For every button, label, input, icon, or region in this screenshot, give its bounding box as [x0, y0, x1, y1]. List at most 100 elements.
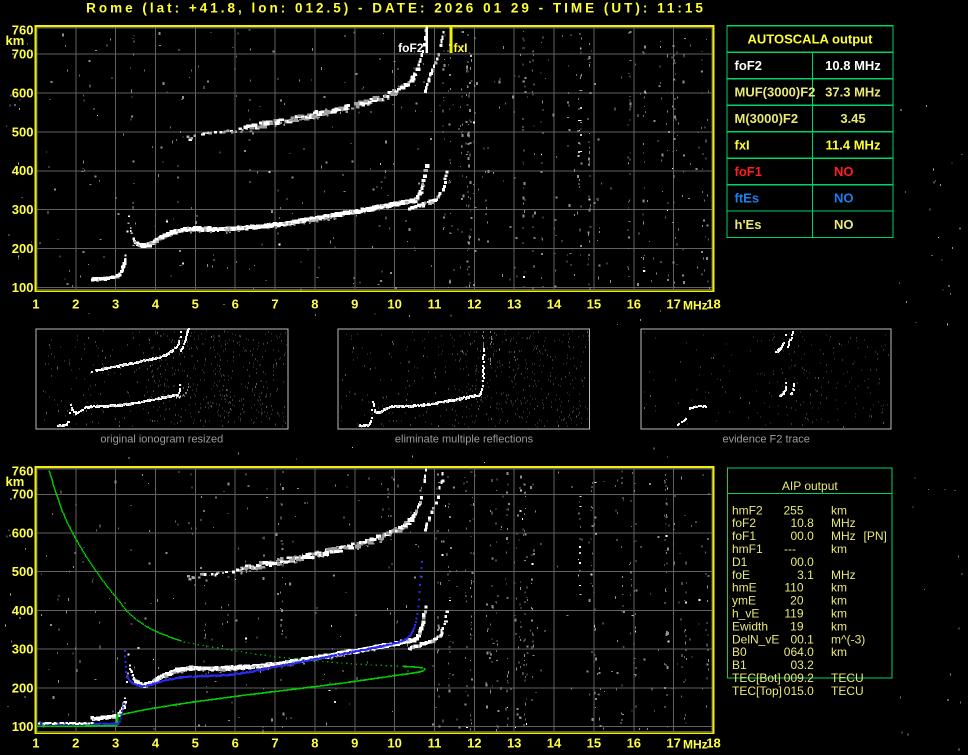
svg-text:2: 2: [72, 296, 79, 311]
svg-text:Ewidth: Ewidth: [732, 619, 768, 633]
svg-text:foE: foE: [732, 568, 750, 582]
svg-text:M(3000)F2: M(3000)F2: [735, 111, 799, 126]
svg-text:MUF(3000)F2: MUF(3000)F2: [735, 85, 816, 100]
svg-text:DelN_vE: DelN_vE: [732, 632, 779, 646]
svg-text:10: 10: [387, 296, 401, 311]
svg-text:9: 9: [351, 736, 358, 751]
svg-text:B1: B1: [732, 658, 747, 672]
svg-text:14: 14: [547, 736, 562, 751]
svg-text:500: 500: [12, 124, 34, 139]
svg-text:fxI: fxI: [735, 138, 750, 153]
svg-text:ymE: ymE: [732, 594, 756, 608]
svg-text:fxI: fxI: [454, 41, 468, 55]
svg-text:16: 16: [627, 296, 641, 311]
svg-text:00.0: 00.0: [790, 555, 814, 569]
svg-text:8: 8: [311, 296, 318, 311]
svg-text:500: 500: [12, 564, 34, 579]
svg-text:MHz: MHz: [831, 529, 856, 543]
svg-text:5: 5: [192, 736, 199, 751]
svg-text:3: 3: [112, 736, 119, 751]
svg-text:015.0: 015.0: [784, 684, 814, 698]
svg-text:400: 400: [12, 603, 34, 618]
svg-text:10.8: 10.8: [790, 516, 814, 530]
svg-text:km: km: [831, 542, 847, 556]
svg-text:17: 17: [666, 296, 680, 311]
svg-text:Rome (lat: +41.8, lon: 012.5): Rome (lat: +41.8, lon: 012.5) - DATE: 20…: [86, 1, 706, 16]
svg-text:1: 1: [32, 296, 39, 311]
svg-text:original ionogram resized: original ionogram resized: [100, 434, 223, 446]
svg-text:12: 12: [467, 296, 481, 311]
svg-text:37.3 MHz: 37.3 MHz: [825, 85, 881, 100]
svg-text:17: 17: [666, 736, 680, 751]
svg-text:064.0: 064.0: [784, 645, 814, 659]
svg-text:foF2: foF2: [732, 516, 756, 530]
svg-text:D1: D1: [732, 555, 748, 569]
svg-text:12: 12: [467, 736, 481, 751]
svg-text:6: 6: [232, 296, 239, 311]
svg-text:h'Es: h'Es: [735, 217, 762, 232]
svg-text:MHz: MHz: [683, 298, 708, 312]
svg-text:100: 100: [12, 719, 34, 734]
svg-text:foF1: foF1: [735, 164, 762, 179]
svg-text:TEC[Bot]: TEC[Bot]: [732, 671, 781, 685]
svg-text:10: 10: [387, 736, 401, 751]
svg-text:7: 7: [271, 296, 278, 311]
svg-text:20: 20: [790, 594, 804, 608]
svg-text:03.2: 03.2: [790, 658, 814, 672]
svg-text:1: 1: [32, 736, 39, 751]
svg-text:5: 5: [192, 296, 199, 311]
svg-text:km: km: [831, 619, 847, 633]
svg-text:18: 18: [706, 296, 720, 311]
svg-text:16: 16: [627, 736, 641, 751]
svg-text:foF1: foF1: [732, 529, 756, 543]
svg-text:110: 110: [784, 581, 803, 595]
svg-text:009.2: 009.2: [784, 671, 814, 685]
svg-text:TECU: TECU: [831, 684, 864, 698]
svg-text:h_vE: h_vE: [732, 607, 759, 621]
svg-text:eliminate multiple reflections: eliminate multiple reflections: [395, 434, 534, 446]
svg-text:13: 13: [507, 296, 521, 311]
svg-text:m^(-3): m^(-3): [831, 632, 865, 646]
svg-text:hmE: hmE: [732, 581, 757, 595]
svg-text:2: 2: [72, 736, 79, 751]
svg-text:700: 700: [12, 47, 34, 62]
svg-text:TECU: TECU: [831, 671, 864, 685]
svg-text:NO: NO: [834, 190, 854, 205]
svg-text:7: 7: [271, 736, 278, 751]
svg-text:km: km: [831, 594, 847, 608]
svg-text:10.8 MHz: 10.8 MHz: [825, 58, 881, 73]
svg-text:9: 9: [351, 296, 358, 311]
svg-text:km: km: [831, 645, 847, 659]
svg-text:18: 18: [706, 736, 720, 751]
svg-text:119: 119: [784, 607, 803, 621]
svg-text:AIP output: AIP output: [782, 479, 838, 493]
svg-text:200: 200: [12, 241, 34, 256]
svg-text:km: km: [831, 503, 847, 517]
svg-text:foF2: foF2: [735, 58, 762, 73]
svg-text:AUTOSCALA output: AUTOSCALA output: [748, 32, 874, 47]
svg-text:km: km: [831, 581, 847, 595]
svg-text:14: 14: [547, 296, 562, 311]
svg-text:NO: NO: [834, 164, 854, 179]
svg-text:100: 100: [12, 280, 34, 295]
svg-text:15: 15: [587, 736, 601, 751]
svg-text:300: 300: [12, 202, 34, 217]
svg-text:evidence F2 trace: evidence F2 trace: [722, 434, 809, 446]
svg-text:NO: NO: [834, 217, 854, 232]
svg-text:200: 200: [12, 680, 34, 695]
svg-text:MHz: MHz: [831, 516, 856, 530]
svg-text:4: 4: [152, 296, 160, 311]
svg-text:km: km: [831, 607, 847, 621]
svg-text:600: 600: [12, 525, 34, 540]
svg-text:400: 400: [12, 163, 34, 178]
svg-text:00.0: 00.0: [790, 529, 814, 543]
svg-text:00.1: 00.1: [790, 632, 814, 646]
svg-text:[PN]: [PN]: [864, 529, 887, 543]
svg-text:700: 700: [12, 487, 34, 502]
svg-text:3.1: 3.1: [797, 568, 814, 582]
svg-text:hmF2: hmF2: [732, 503, 763, 517]
svg-text:15: 15: [587, 296, 601, 311]
svg-text:11.4 MHz: 11.4 MHz: [826, 138, 881, 153]
svg-text:6: 6: [232, 736, 239, 751]
svg-text:8: 8: [311, 736, 318, 751]
